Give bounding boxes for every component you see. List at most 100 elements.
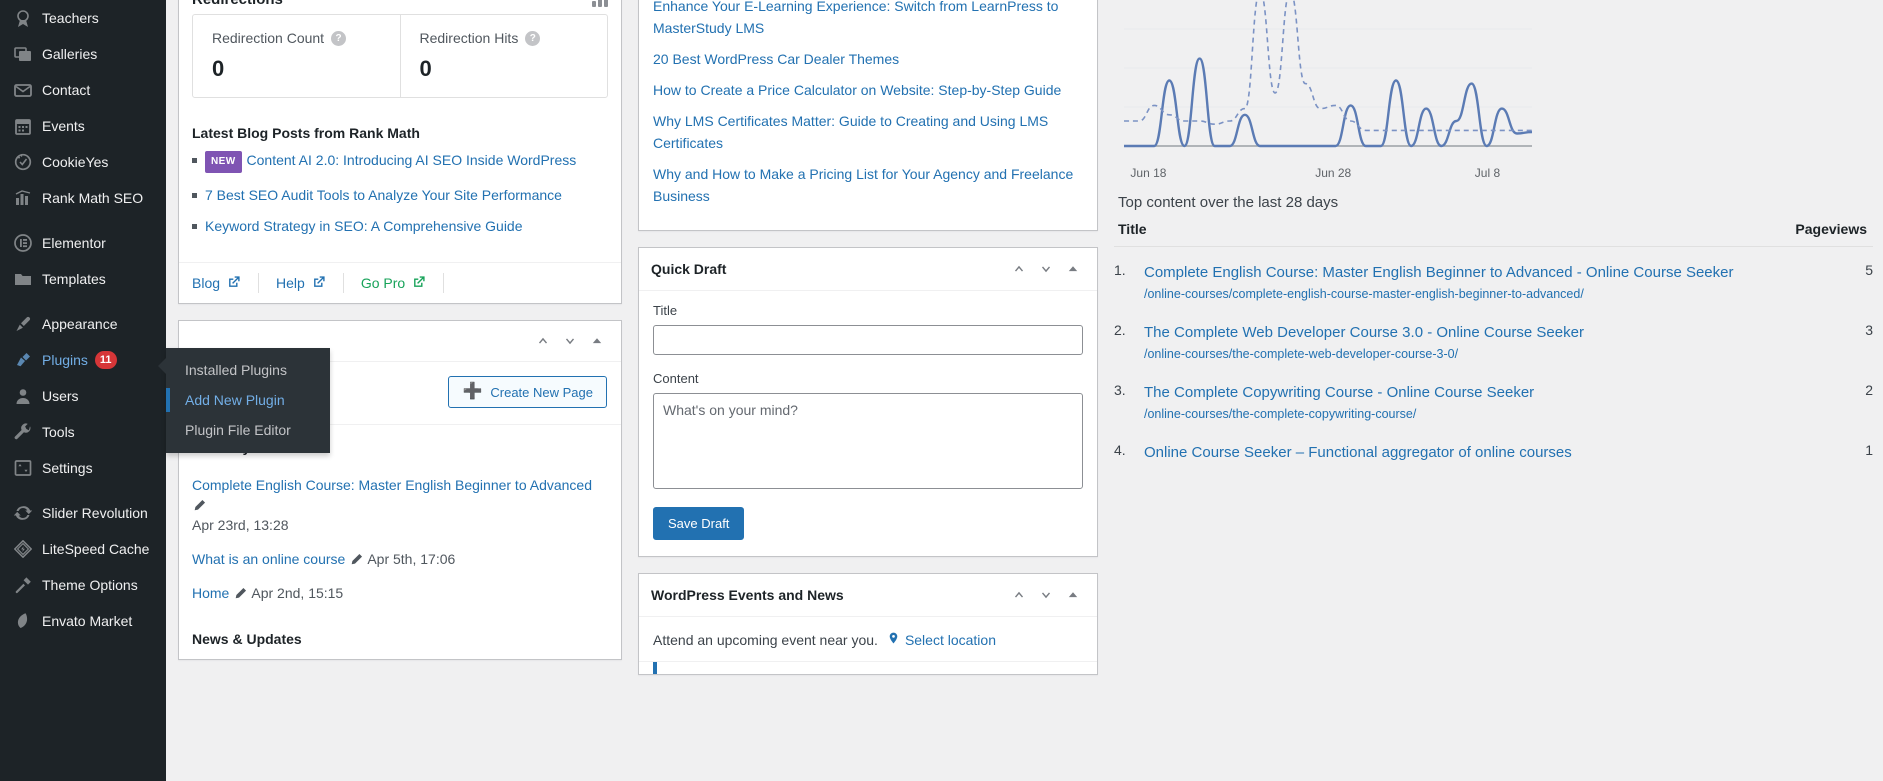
sidebar-item-label: Appearance <box>42 316 118 332</box>
theme-news-link[interactable]: Why and How to Make a Pricing List for Y… <box>653 163 1083 207</box>
move-up-icon[interactable] <box>531 329 555 353</box>
recently-edited-item: Home Apr 2nd, 15:15 <box>192 575 608 609</box>
edit-pencil-icon[interactable] <box>233 586 248 601</box>
content-title-link[interactable]: Online Course Seeker – Functional aggreg… <box>1144 442 1791 463</box>
sidebar-item-theme-options[interactable]: Theme Options <box>0 567 166 603</box>
help-icon[interactable]: ? <box>525 30 541 46</box>
help-icon[interactable]: ? <box>331 30 347 46</box>
external-link-icon <box>312 275 326 292</box>
plugins-submenu-flyout[interactable]: Installed Plugins Add New Plugin Plugin Fi… <box>158 348 330 453</box>
cookie-icon <box>13 152 33 172</box>
menu-separator <box>0 486 166 495</box>
sidebar-item-litespeed-cache[interactable]: LiteSpeed Cache <box>0 531 166 567</box>
plugins-submenu-installed-plugins[interactable]: Installed Plugins <box>166 355 330 385</box>
chart-x-axis-labels: Jun 18 Jun 28 Jul 8 <box>1118 164 1869 180</box>
rank-math-go-pro-link[interactable]: Go Pro <box>361 275 443 292</box>
rank-math-header: Redirections <box>179 0 621 14</box>
link-label: Go Pro <box>360 275 406 291</box>
calendar-icon <box>13 116 33 136</box>
quick-draft-content-textarea[interactable] <box>653 393 1083 489</box>
rank-math-blog-link[interactable]: Blog <box>192 275 258 292</box>
sidebar-item-label: Plugins <box>42 352 88 368</box>
table-row: 3. The Complete Copywriting Course - Onli… <box>1114 367 1873 427</box>
sidebar-item-slider-revolution[interactable]: Slider Revolution <box>0 495 166 531</box>
stat-box: Redirection Count? 0 <box>193 15 400 97</box>
plugins-submenu-add-new-plugin[interactable]: Add New Plugin <box>166 385 330 415</box>
sidebar-item-tools[interactable]: Tools <box>0 414 166 450</box>
toggle-collapse-icon[interactable] <box>585 329 609 353</box>
sidebar-item-envato-market[interactable]: Envato Market <box>0 603 166 639</box>
theme-news-link[interactable]: Enhance Your E-Learning Experience: Swit… <box>653 0 1083 39</box>
create-new-page-button[interactable]: ➕ Create New Page <box>448 376 607 408</box>
theme-news-link[interactable]: How to Create a Price Calculator on Webs… <box>653 79 1083 101</box>
quick-draft-body: Title Content Save Draft <box>639 291 1097 556</box>
plugins-submenu-plugin-file-editor[interactable]: Plugin File Editor <box>166 415 330 445</box>
recent-post-link[interactable]: What is an online course <box>192 551 345 567</box>
bar-chart-icon <box>592 0 608 7</box>
quick-draft-header: Quick Draft <box>639 248 1097 291</box>
widget-controls <box>531 329 609 353</box>
content-title-link[interactable]: The Complete Web Developer Course 3.0 - … <box>1144 322 1791 343</box>
sidebar-item-cookieyes[interactable]: CookieYes <box>0 144 166 180</box>
sidebar-item-label: CookieYes <box>42 154 109 170</box>
recent-post-date: Apr 2nd, 15:15 <box>251 585 344 601</box>
sidebar-item-elementor[interactable]: Elementor <box>0 225 166 261</box>
sidebar-item-plugins[interactable]: Plugins 11 <box>0 342 166 378</box>
row-content: Complete English Course: Master English … <box>1144 247 1791 308</box>
dashboard-column-2: Enhance Your E-Learning Experience: Swit… <box>638 0 1098 781</box>
new-badge: NEW <box>205 151 242 173</box>
sidebar-item-events[interactable]: Events <box>0 108 166 144</box>
sidebar-item-galleries[interactable]: Galleries <box>0 36 166 72</box>
column-header-pageviews: Pageviews <box>1791 221 1873 247</box>
blog-post-link[interactable]: Keyword Strategy in SEO: A Comprehensive… <box>205 218 523 234</box>
rank-math-help-link[interactable]: Help <box>276 275 343 292</box>
quick-draft-widget: Quick Draft Title Content What's on your… <box>638 247 1098 557</box>
sidebar-item-appearance[interactable]: Appearance <box>0 306 166 342</box>
recent-post-date: Apr 5th, 17:06 <box>367 551 456 567</box>
move-up-icon[interactable] <box>1007 583 1031 607</box>
save-draft-button[interactable]: Save Draft <box>653 507 745 540</box>
move-up-icon[interactable] <box>1007 257 1031 281</box>
theme-news-link[interactable]: Why LMS Certificates Matter: Guide to Cr… <box>653 110 1083 154</box>
sidebar-item-settings[interactable]: Settings <box>0 450 166 486</box>
edit-pencil-icon[interactable] <box>349 552 364 567</box>
move-down-icon[interactable] <box>1034 257 1058 281</box>
select-location-link[interactable]: Select location <box>887 630 996 649</box>
content-title-link[interactable]: The Complete Copywriting Course - Online… <box>1144 382 1791 403</box>
blog-post-link[interactable]: Content AI 2.0: Introducing AI SEO Insid… <box>247 152 577 168</box>
toggle-collapse-icon[interactable] <box>1061 257 1085 281</box>
quick-draft-content-label: Content <box>653 371 699 386</box>
news-and-updates-heading: News & Updates <box>192 631 302 647</box>
table-row: 1. Complete English Course: Master Englis… <box>1114 247 1873 308</box>
sidebar-item-templates[interactable]: Templates <box>0 261 166 297</box>
move-down-icon[interactable] <box>558 329 582 353</box>
event-accent-strip <box>639 662 1097 674</box>
recent-post-link[interactable]: Complete English Course: Master English … <box>192 477 592 493</box>
move-down-icon[interactable] <box>1034 583 1058 607</box>
sidebar-item-label: Teachers <box>42 10 99 26</box>
sidebar-item-label: Theme Options <box>42 577 138 593</box>
sidebar-item-label: Rank Math SEO <box>42 190 144 206</box>
plus-icon: ➕ <box>462 383 483 400</box>
sidebar-item-rank-math-seo[interactable]: Rank Math SEO <box>0 180 166 216</box>
sidebar-item-users[interactable]: Users <box>0 378 166 414</box>
sidebar-item-label: Galleries <box>42 46 98 62</box>
theme-news-link[interactable]: 20 Best WordPress Car Dealer Themes <box>653 48 1083 70</box>
sidebar-item-contact[interactable]: Contact <box>0 72 166 108</box>
recent-post-link[interactable]: Home <box>192 585 229 601</box>
envelope-icon <box>13 80 33 100</box>
toggle-collapse-icon[interactable] <box>1061 583 1085 607</box>
sidebar-item-label: Slider Revolution <box>42 505 148 521</box>
external-link-icon <box>227 275 241 292</box>
location-pin-icon <box>887 630 900 649</box>
row-content: The Complete Copywriting Course - Online… <box>1144 367 1791 427</box>
content-title-link[interactable]: Complete English Course: Master English … <box>1144 262 1791 283</box>
link-label: Help <box>276 275 305 291</box>
sidebar-item-teachers[interactable]: Teachers <box>0 0 166 36</box>
edit-pencil-icon[interactable] <box>192 498 207 513</box>
sidebar-item-label: Envato Market <box>42 613 133 629</box>
sidebar-item-label: LiteSpeed Cache <box>42 541 150 557</box>
quick-draft-title-input[interactable] <box>653 325 1083 355</box>
blog-post-link[interactable]: 7 Best SEO Audit Tools to Analyze Your S… <box>205 187 562 203</box>
recent-post-date: Apr 23rd, 13:28 <box>192 517 289 533</box>
